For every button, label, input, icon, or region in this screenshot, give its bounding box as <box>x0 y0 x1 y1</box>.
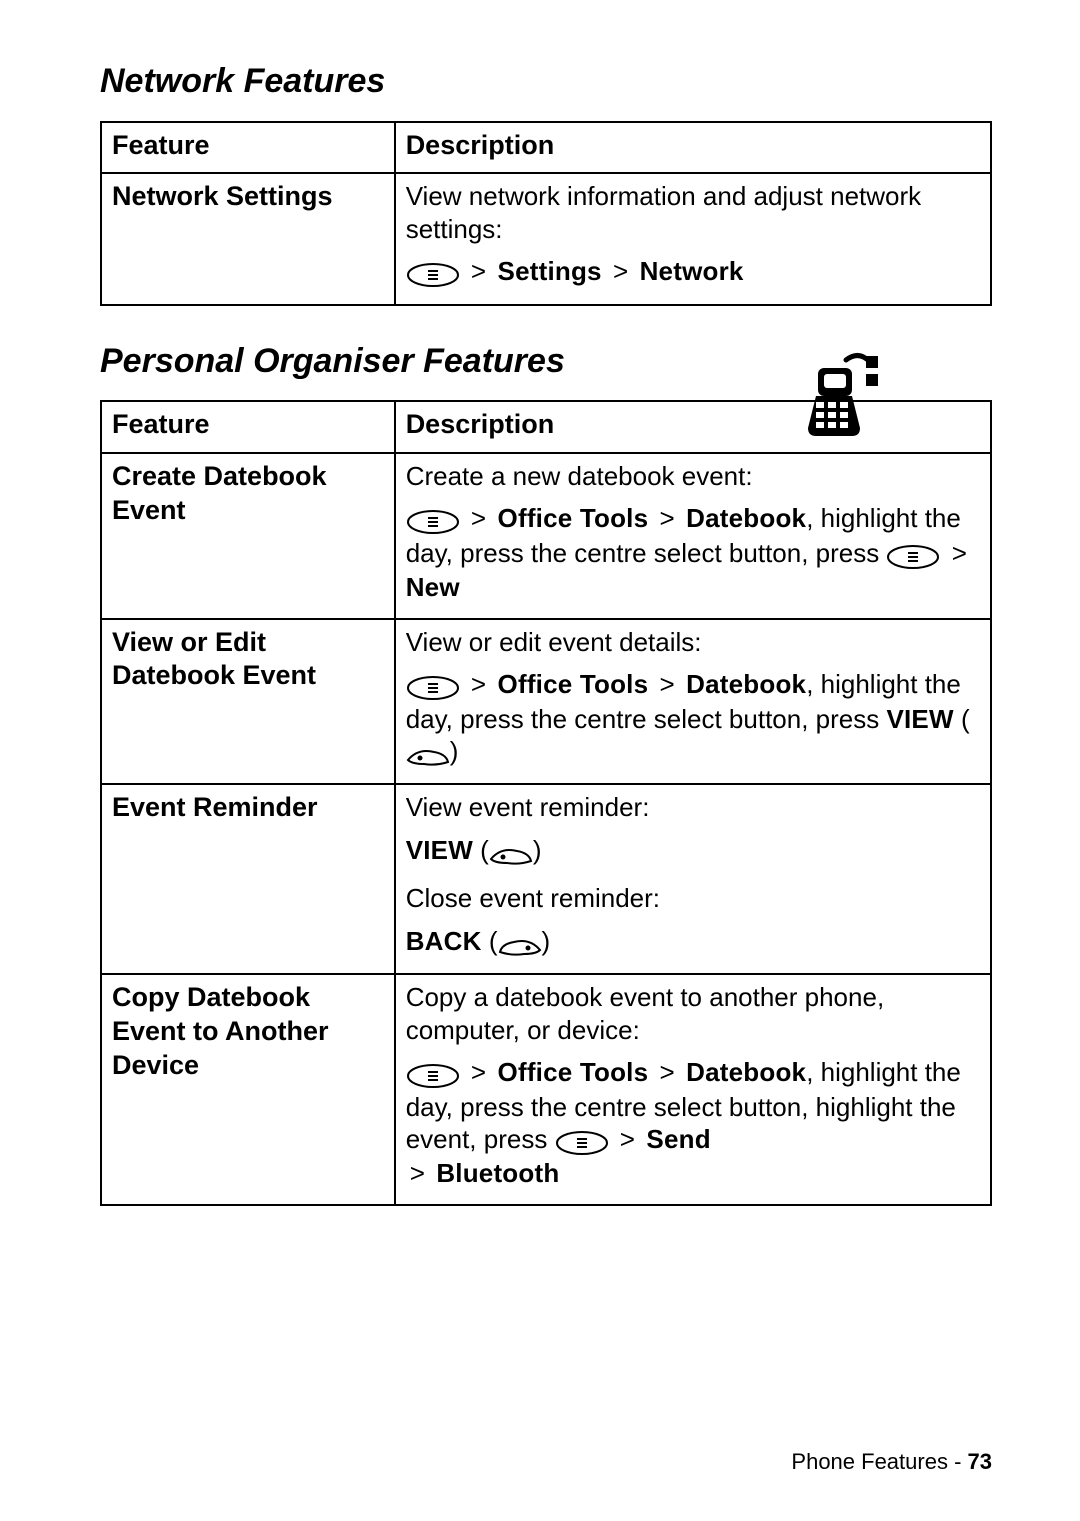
table-row: Copy Datebook Event to Another Device Co… <box>101 974 991 1205</box>
path-segment: Settings <box>498 256 602 286</box>
feature-description: Create a new datebook event: > Office To… <box>395 453 991 619</box>
footer-label: Phone Features - <box>791 1449 967 1474</box>
table-header-row: Feature Description <box>101 122 991 174</box>
paren-close: ) <box>450 736 459 766</box>
header-feature: Feature <box>101 122 395 174</box>
table-row: Event Reminder View event reminder: VIEW… <box>101 784 991 974</box>
path-separator: > <box>656 1057 679 1087</box>
path-separator: > <box>467 1057 490 1087</box>
left-softkey-icon <box>489 836 533 869</box>
left-softkey-icon <box>406 737 450 770</box>
path-separator: > <box>467 503 490 533</box>
page-number: 73 <box>968 1449 992 1474</box>
menu-path: > Settings > Network <box>406 255 980 289</box>
soft-key-line: VIEW ( ) <box>406 834 980 868</box>
feature-description: Copy a datebook event to another phone, … <box>395 974 991 1205</box>
path-separator: > <box>656 669 679 699</box>
page-footer: Phone Features - 73 <box>791 1448 992 1476</box>
path-segment: Office Tools <box>498 669 649 699</box>
soft-key-label: VIEW <box>406 835 473 865</box>
path-separator: > <box>948 538 971 568</box>
path-separator: > <box>656 503 679 533</box>
path-segment: New <box>406 572 460 602</box>
paren-open: ( <box>480 835 489 865</box>
menu-key-icon <box>406 670 460 703</box>
path-segment: Send <box>646 1124 710 1154</box>
table-row: Create Datebook Event Create a new dateb… <box>101 453 991 619</box>
feature-name: Network Settings <box>101 173 395 304</box>
path-separator: > <box>616 1124 639 1154</box>
paren-close: ) <box>542 926 551 956</box>
paren-open: ( <box>961 704 970 734</box>
header-description: Description <box>395 401 991 453</box>
feature-name: Event Reminder <box>101 784 395 974</box>
header-feature: Feature <box>101 401 395 453</box>
paren-close: ) <box>533 835 542 865</box>
menu-key-icon <box>406 504 460 537</box>
description-text: View event reminder: <box>406 791 980 824</box>
soft-key-label: BACK <box>406 926 482 956</box>
path-segment: Datebook <box>686 669 806 699</box>
menu-path: > Office Tools > Datebook, highlight the… <box>406 668 980 769</box>
menu-path: > Office Tools > Datebook, highlight the… <box>406 1056 980 1190</box>
feature-description: View or edit event details: > Office Too… <box>395 619 991 785</box>
description-text: Create a new datebook event: <box>406 460 980 493</box>
description-text: View or edit event details: <box>406 626 980 659</box>
menu-path: > Office Tools > Datebook, highlight the… <box>406 502 980 603</box>
section-title-network: Network Features <box>100 60 992 103</box>
feature-description: View event reminder: VIEW ( ) Close even… <box>395 784 991 974</box>
path-separator: > <box>467 669 490 699</box>
description-text: View network information and adjust netw… <box>406 180 980 245</box>
path-segment: Network <box>640 256 744 286</box>
menu-key-icon <box>406 1058 460 1091</box>
path-separator: > <box>609 256 632 286</box>
path-segment: Datebook <box>686 1057 806 1087</box>
soft-key-line: BACK ( ) <box>406 925 980 959</box>
soft-key-label: VIEW <box>886 704 953 734</box>
network-features-table: Feature Description Network Settings Vie… <box>100 121 992 306</box>
menu-key-icon <box>555 1125 609 1158</box>
feature-name: Copy Datebook Event to Another Device <box>101 974 395 1205</box>
table-row: Network Settings View network informatio… <box>101 173 991 304</box>
path-segment: Datebook <box>686 503 806 533</box>
organiser-features-table: Feature Description Create Datebook Even… <box>100 400 992 1206</box>
paren-open: ( <box>489 926 498 956</box>
menu-key-icon <box>406 257 460 290</box>
feature-name: View or Edit Datebook Event <box>101 619 395 785</box>
path-separator: > <box>406 1158 429 1188</box>
right-softkey-icon <box>498 927 542 960</box>
path-segment: Office Tools <box>498 1057 649 1087</box>
header-description: Description <box>395 122 991 174</box>
feature-name: Create Datebook Event <box>101 453 395 619</box>
description-text: Copy a datebook event to another phone, … <box>406 981 980 1046</box>
menu-key-icon <box>886 539 940 572</box>
description-text: Close event reminder: <box>406 882 980 915</box>
table-row: View or Edit Datebook Event View or edit… <box>101 619 991 785</box>
path-separator: > <box>467 256 490 286</box>
phone-network-icon <box>804 350 880 448</box>
feature-description: View network information and adjust netw… <box>395 173 991 304</box>
path-segment: Office Tools <box>498 503 649 533</box>
path-segment: Bluetooth <box>436 1158 559 1188</box>
